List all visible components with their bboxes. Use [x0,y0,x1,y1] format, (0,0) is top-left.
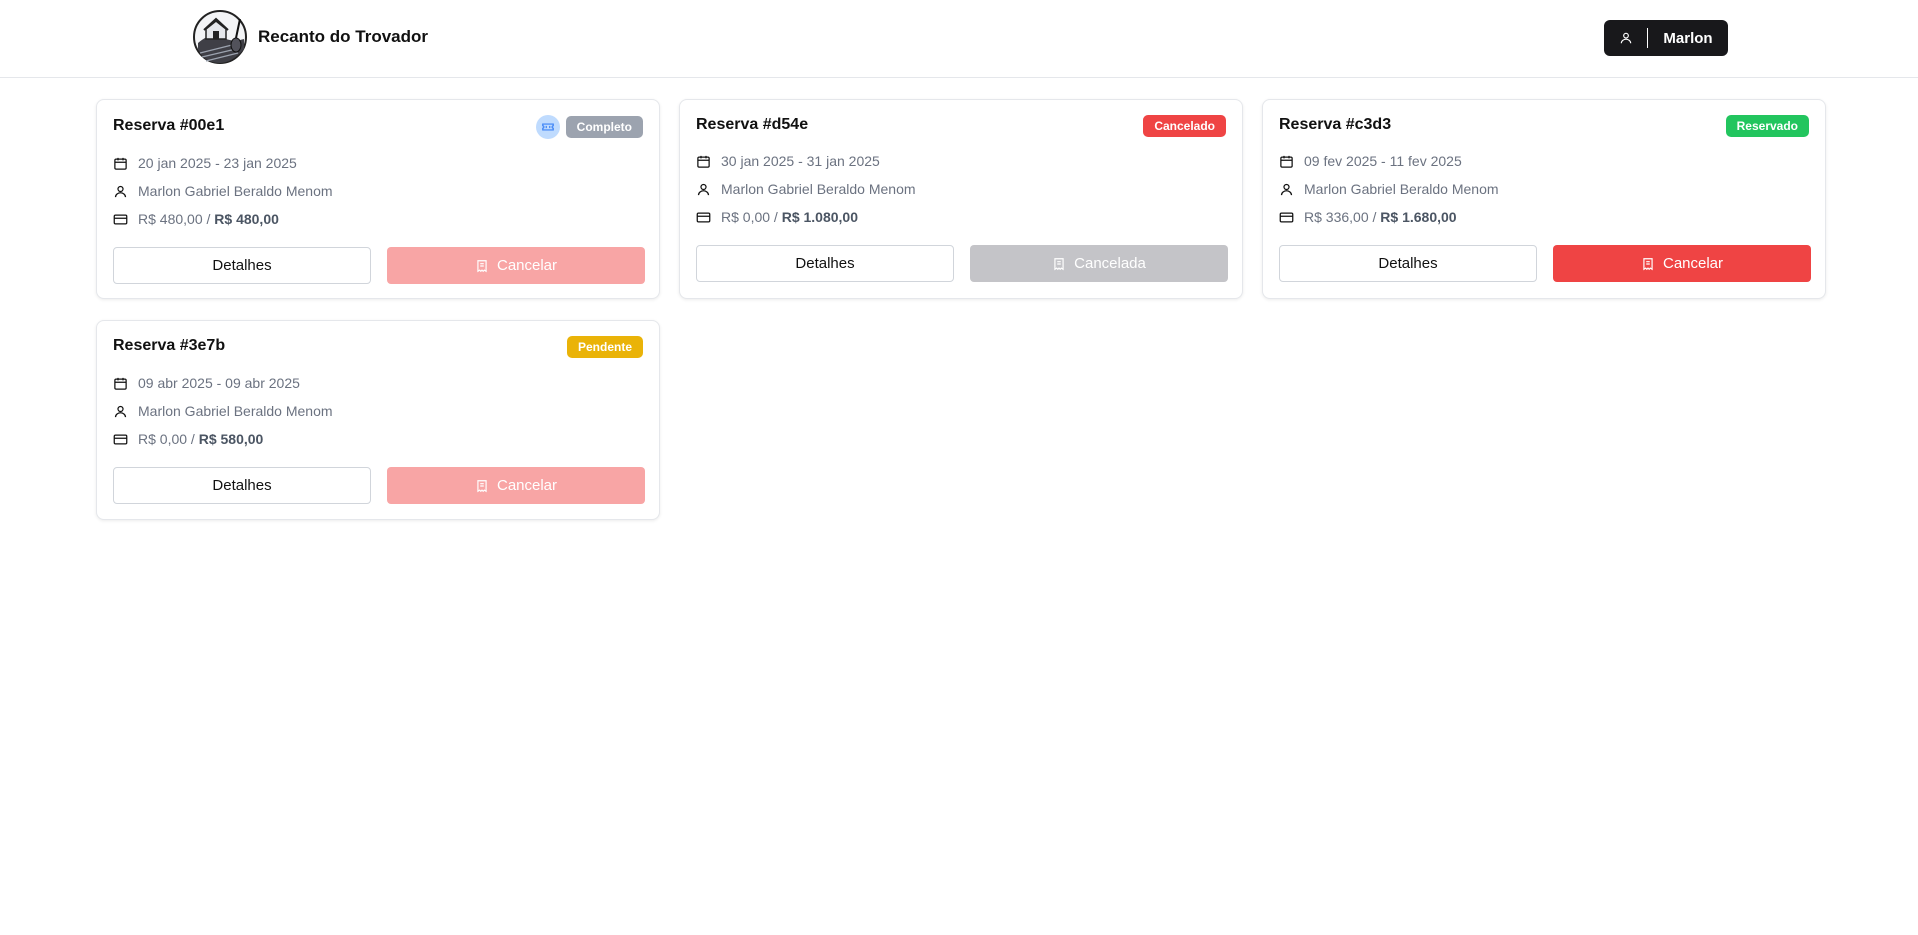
amount-paid: R$ 0,00 / [138,431,195,447]
user-icon [697,183,710,195]
user-name: Marlon [1663,29,1713,47]
reservation-title: Reserva #3e7b [113,337,226,354]
amount-total: R$ 1.080,00 [781,209,859,225]
brand[interactable]: Recanto do Trovador [192,9,428,65]
reservation-card: Reserva #c3d3 Reservado 09 fev 2025 - 11… [1262,99,1826,299]
reservation-title: Reserva #d54e [696,116,809,133]
reservation-title: Reserva #00e1 [113,117,225,134]
top-header: Recanto do Trovador Marlon [0,0,1918,78]
reservation-card: Reserva #d54e Cancelado 30 jan 2025 - 31… [679,99,1243,299]
cancel-label: Cancelar [1662,255,1724,272]
amount-paid: R$ 0,00 / [721,209,778,225]
details-button[interactable]: Detalhes [1279,245,1537,282]
user-menu-button[interactable]: Marlon [1604,20,1728,56]
user-icon [1604,28,1648,48]
guest-name: Marlon Gabriel Beraldo Menom [1304,181,1499,197]
calendar-icon [114,157,127,170]
cancel-button[interactable]: Cancelar [387,467,645,504]
credit-card-icon [696,212,711,222]
reservation-dates: 30 jan 2025 - 31 jan 2025 [721,153,880,169]
credit-card-icon [113,214,128,224]
amount-total: R$ 480,00 [214,211,279,227]
user-icon [114,405,127,417]
credit-card-icon [113,434,128,444]
cancel-button[interactable]: Cancelar [387,247,645,284]
receipt-icon [477,259,487,272]
ticket-icon[interactable] [535,115,560,139]
status-badge: Completo [565,116,643,138]
calendar-icon [1280,155,1293,168]
details-button[interactable]: Detalhes [113,247,371,284]
receipt-icon [1054,257,1064,270]
user-icon [1280,183,1293,195]
status-badge: Reservado [1725,115,1809,137]
reservation-dates: 09 abr 2025 - 09 abr 2025 [138,375,300,391]
guest-name: Marlon Gabriel Beraldo Menom [138,403,333,419]
calendar-icon [697,155,710,168]
cancelled-button: Cancelada [970,245,1228,282]
reservation-title: Reserva #c3d3 [1279,116,1392,133]
reservation-card: Reserva #00e1 Completo 20 jan 2025 - 23 … [96,99,660,299]
cancel-label: Cancelada [1074,255,1146,272]
receipt-icon [1643,257,1653,270]
guest-name: Marlon Gabriel Beraldo Menom [721,181,916,197]
amount-paid: R$ 336,00 / [1304,209,1377,225]
reservation-card: Reserva #3e7b Pendente 09 abr 2025 - 09 … [96,320,660,520]
details-button[interactable]: Detalhes [696,245,954,282]
status-badge: Pendente [566,336,643,358]
calendar-icon [114,377,127,390]
reservation-dates: 09 fev 2025 - 11 fev 2025 [1304,153,1462,169]
logo-icon [193,10,247,64]
brand-name: Recanto do Trovador [258,27,429,46]
details-button[interactable]: Detalhes [113,467,371,504]
status-badge: Cancelado [1143,115,1226,137]
reservation-dates: 20 jan 2025 - 23 jan 2025 [138,155,297,171]
cancel-label: Cancelar [496,257,558,274]
cancel-button[interactable]: Cancelar [1553,245,1811,282]
cancel-label: Cancelar [496,477,558,494]
credit-card-icon [1279,212,1294,222]
amount-paid: R$ 480,00 / [138,211,211,227]
amount-total: R$ 580,00 [198,431,264,447]
user-icon [114,185,127,197]
amount-total: R$ 1.680,00 [1380,209,1457,225]
receipt-icon [477,479,487,492]
guest-name: Marlon Gabriel Beraldo Menom [138,183,333,199]
